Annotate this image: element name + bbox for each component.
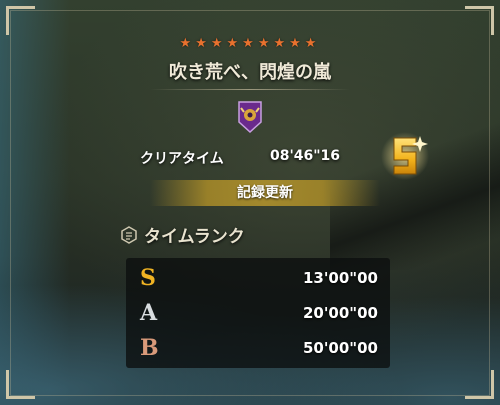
frame-corner-bottom-left xyxy=(6,370,35,399)
rank-row-b: B 50'00"00 xyxy=(126,330,390,366)
rank-row-a: A 20'00"00 xyxy=(126,295,390,331)
clear-time-value: 08'46"16 xyxy=(270,148,341,164)
monster-emblem-icon xyxy=(236,100,264,134)
time-rank-label: タイムランク xyxy=(144,227,245,247)
rank-emblem-icon xyxy=(120,226,138,244)
record-updated-banner: 記録更新 xyxy=(150,180,380,206)
time-rank-heading: タイムランク xyxy=(120,222,320,247)
rank-time-a: 20'00"00 xyxy=(302,304,378,322)
time-rank-table: S 13'00"00 A 20'00"00 B 50'00"00 xyxy=(126,258,390,368)
title-divider xyxy=(150,89,350,90)
achieved-rank-badge xyxy=(380,126,430,186)
rank-row-s: S 13'00"00 xyxy=(126,260,390,296)
rank-letter-s: S xyxy=(140,265,156,291)
quest-difficulty-stars: ★★★★★★★★★ xyxy=(179,36,321,51)
frame-corner-bottom-right xyxy=(465,370,494,399)
rank-time-s: 13'00"00 xyxy=(302,269,378,287)
quest-title: 吹き荒べ、閃煌の嵐 xyxy=(169,62,331,83)
frame-corner-top-right xyxy=(465,6,494,35)
clear-time-label: クリアタイム xyxy=(140,151,224,167)
rank-letter-b: B xyxy=(140,335,159,361)
frame-corner-top-left xyxy=(6,6,35,35)
clear-time-row: クリアタイム 08'46"16 xyxy=(140,148,390,170)
rank-letter-a: A xyxy=(140,300,158,326)
rank-time-b: 50'00"00 xyxy=(302,339,378,357)
